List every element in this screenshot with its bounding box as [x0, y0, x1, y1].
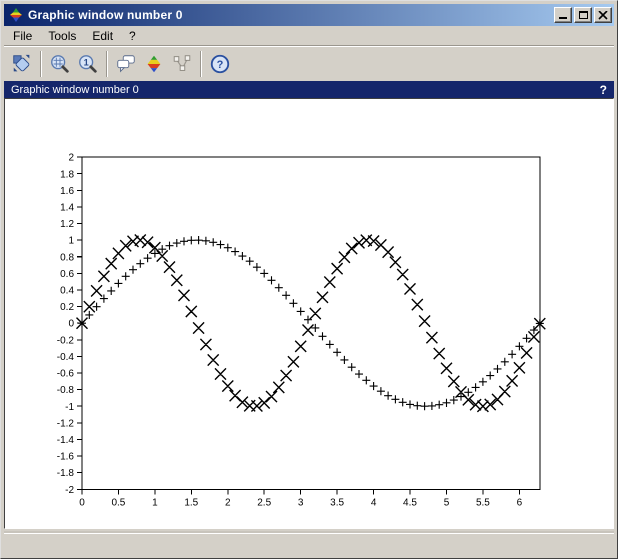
infobar-help-mark[interactable]: ?: [600, 83, 607, 97]
close-icon: [598, 11, 608, 20]
dialog-bubbles-icon: [115, 53, 137, 75]
toolbar: 1: [4, 45, 614, 81]
entity-picker-button[interactable]: [168, 50, 196, 78]
svg-text:-1: -1: [65, 402, 74, 413]
svg-text:6: 6: [517, 498, 523, 509]
svg-text:1: 1: [152, 498, 158, 509]
menu-edit[interactable]: Edit: [84, 27, 121, 45]
svg-text:2: 2: [68, 153, 74, 164]
zoom-area-icon: [49, 53, 71, 75]
titlebar[interactable]: Graphic window number 0: [4, 4, 614, 26]
close-button[interactable]: [594, 7, 612, 23]
graphic-window: Graphic window number 0 File Tools Edit …: [0, 0, 618, 559]
svg-text:-0.2: -0.2: [57, 335, 75, 346]
zoom-area-button[interactable]: [46, 50, 74, 78]
svg-text:-2: -2: [65, 485, 74, 496]
svg-text:3.5: 3.5: [330, 498, 344, 509]
svg-text:1.8: 1.8: [60, 169, 74, 180]
svg-text:-1.6: -1.6: [57, 452, 75, 463]
svg-text:0.8: 0.8: [60, 252, 74, 263]
color-diamond-icon: [143, 53, 165, 75]
svg-text:-1.4: -1.4: [57, 435, 75, 446]
toolbar-separator: [40, 51, 42, 77]
help-icon: ?: [209, 53, 231, 75]
menu-help[interactable]: ?: [121, 27, 144, 45]
node-graph-icon: [171, 53, 193, 75]
svg-text:?: ?: [217, 59, 224, 71]
rotate-button[interactable]: [8, 50, 36, 78]
svg-text:1.4: 1.4: [60, 202, 74, 213]
svg-text:-1.2: -1.2: [57, 418, 75, 429]
minimize-button[interactable]: [554, 7, 572, 23]
svg-text:2.5: 2.5: [257, 498, 271, 509]
toolbar-separator: [200, 51, 202, 77]
original-view-button[interactable]: 1: [74, 50, 102, 78]
svg-text:4: 4: [371, 498, 377, 509]
svg-text:1.5: 1.5: [184, 498, 198, 509]
zoom-reset-icon: 1: [77, 53, 99, 75]
svg-text:0.6: 0.6: [60, 269, 74, 280]
svg-text:0.5: 0.5: [111, 498, 125, 509]
scilab-tool-button[interactable]: [140, 50, 168, 78]
svg-text:1.2: 1.2: [60, 219, 74, 230]
statusbar: [4, 533, 614, 555]
menubar: File Tools Edit ?: [4, 26, 614, 45]
svg-text:0.2: 0.2: [60, 302, 74, 313]
svg-text:-0.4: -0.4: [57, 352, 75, 363]
menu-tools[interactable]: Tools: [40, 27, 84, 45]
svg-text:0: 0: [68, 319, 74, 330]
svg-text:-0.8: -0.8: [57, 385, 75, 396]
maximize-button[interactable]: [574, 7, 592, 23]
toolbar-separator: [106, 51, 108, 77]
scilab-app-icon: [8, 7, 24, 23]
svg-text:4.5: 4.5: [403, 498, 417, 509]
svg-text:5.5: 5.5: [476, 498, 490, 509]
svg-text:-1.8: -1.8: [57, 468, 75, 479]
help-button[interactable]: ?: [206, 50, 234, 78]
plot-canvas[interactable]: 2 1.8 1.6 1.4 1.2 1 0.8 0.6 0.4 0.2 0 -0.2 -0.4 -0.6 -…: [4, 98, 614, 529]
chart: 2 1.8 1.6 1.4 1.2 1 0.8 0.6 0.4 0.2 0 -0.2 -0.4 -0.6 -…: [5, 99, 613, 528]
svg-text:0.4: 0.4: [60, 285, 74, 296]
window-title: Graphic window number 0: [28, 8, 554, 22]
infobar: Graphic window number 0 ?: [4, 81, 614, 98]
menu-file[interactable]: File: [5, 27, 40, 45]
svg-text:1: 1: [84, 57, 89, 67]
svg-text:2: 2: [225, 498, 231, 509]
infobar-text: Graphic window number 0: [11, 84, 600, 96]
maximize-icon: [579, 11, 588, 19]
window-controls: [554, 7, 612, 23]
minimize-icon: [559, 17, 567, 19]
svg-text:-0.6: -0.6: [57, 369, 75, 380]
svg-text:5: 5: [444, 498, 450, 509]
svg-text:1.6: 1.6: [60, 186, 74, 197]
svg-text:3: 3: [298, 498, 304, 509]
rotate-icon: [11, 53, 33, 75]
graphics-editor-button[interactable]: [112, 50, 140, 78]
svg-text:1: 1: [68, 236, 74, 247]
svg-text:0: 0: [79, 498, 85, 509]
